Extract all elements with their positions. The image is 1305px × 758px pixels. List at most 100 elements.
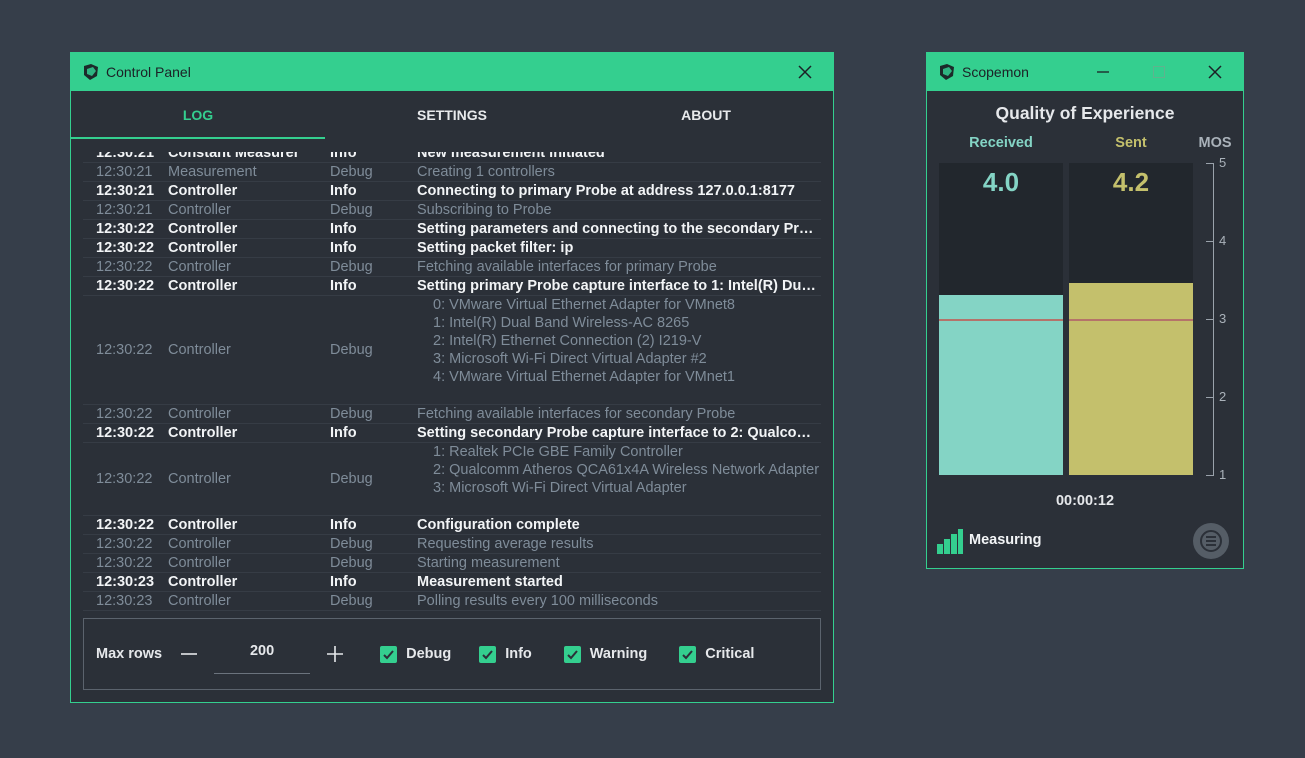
log-row[interactable]: 12:30:22 Controller Info Setting packet fil… bbox=[83, 239, 821, 258]
log-source: Controller bbox=[168, 574, 238, 590]
log-row[interactable]: 12:30:21 Controller Info Connecting to prim… bbox=[83, 182, 821, 201]
log-source: Controller bbox=[168, 517, 238, 533]
log-message: Connecting to primary Probe at address 1… bbox=[417, 183, 795, 199]
log-message-line: 3: Microsoft Wi-Fi Direct Virtual Adapte… bbox=[433, 480, 687, 496]
filter-info-checkbox[interactable]: Info bbox=[479, 645, 532, 663]
log-row[interactable]: 12:30:22 Controller Info Setting primary Pr… bbox=[83, 277, 821, 296]
tab-settings[interactable]: SETTINGS bbox=[325, 91, 579, 139]
tab-about[interactable]: ABOUT bbox=[579, 91, 833, 139]
status-text: Measuring bbox=[969, 532, 1042, 548]
log-row[interactable]: 12:30:23 Controller Info Measurement starte… bbox=[83, 573, 821, 592]
log-level: Info bbox=[330, 240, 357, 256]
log-message-line: 1: Intel(R) Dual Band Wireless-AC 8265 bbox=[433, 315, 690, 331]
minimize-icon bbox=[1097, 71, 1109, 73]
elapsed-timer: 00:00:12 bbox=[1055, 493, 1115, 509]
log-row[interactable]: 12:30:22 Controller Info Configuration comp… bbox=[83, 516, 821, 535]
log-message: Setting secondary Probe capture interfac… bbox=[417, 425, 821, 441]
log-source: Controller bbox=[168, 471, 231, 487]
filter-warning-label: Warning bbox=[589, 646, 648, 662]
menu-icon bbox=[1200, 530, 1222, 552]
axis-tick bbox=[1206, 319, 1214, 320]
maximize-icon bbox=[1153, 66, 1165, 78]
max-rows-input[interactable]: 200 bbox=[214, 634, 311, 674]
log-source: Controller bbox=[168, 183, 238, 199]
minimize-button[interactable] bbox=[1075, 53, 1131, 91]
log-message-line: 0: VMware Virtual Ethernet Adapter for V… bbox=[433, 297, 735, 313]
log-row[interactable]: 12:30:22 Controller Info Setting parameters… bbox=[83, 220, 821, 239]
received-bar bbox=[939, 294, 1063, 475]
log-time: 12:30:22 bbox=[96, 342, 153, 358]
log-time: 12:30:22 bbox=[96, 259, 153, 275]
log-level: Debug bbox=[330, 259, 373, 275]
log-row[interactable]: 12:30:23 Controller Debug Polling results e… bbox=[83, 592, 821, 611]
log-message: Polling results every 100 milliseconds bbox=[417, 593, 658, 609]
received-reference-line bbox=[939, 318, 1063, 321]
scopemon-window: Scopemon Quality of Experience Received … bbox=[926, 52, 1244, 569]
log-row[interactable]: 12:30:22 Controller Debug Starting measurem… bbox=[83, 554, 821, 573]
log-message: Setting active controller (Configuration… bbox=[417, 611, 821, 613]
log-time: 12:30:21 bbox=[96, 202, 153, 218]
log-message: Requesting average results bbox=[417, 536, 594, 552]
log-source: Controller bbox=[168, 202, 231, 218]
log-source: Controller bbox=[168, 425, 238, 441]
sent-bar bbox=[1069, 282, 1193, 475]
log-row[interactable]: 12:30:22 Controller Debug 1: Realtek PCIe G… bbox=[83, 443, 821, 516]
log-message: Fetching available interfaces for primar… bbox=[417, 259, 717, 275]
increment-button[interactable] bbox=[320, 639, 350, 669]
log-row[interactable]: 12:30:22 Controller Debug Fetching availabl… bbox=[83, 405, 821, 424]
log-message-line: 4: VMware Virtual Ethernet Adapter for V… bbox=[433, 369, 735, 385]
maximize-button[interactable] bbox=[1131, 53, 1187, 91]
log-row[interactable]: 12:30:21 Measurement Debug Creating 1 contr… bbox=[83, 163, 821, 182]
log-level: Debug bbox=[330, 536, 373, 552]
minus-icon bbox=[181, 653, 198, 655]
log-row[interactable]: 12:30:22 Controller Debug 0: VMware Virtual… bbox=[83, 296, 821, 405]
log-table[interactable]: 12:30:21 Constant Measurer Info New measure… bbox=[83, 152, 821, 613]
log-time: 12:30:21 bbox=[96, 164, 153, 180]
log-row[interactable]: 12:30:24MeasurementInfoSetting active co… bbox=[83, 611, 821, 613]
filter-warning-checkbox[interactable]: Warning bbox=[563, 645, 648, 663]
menu-button[interactable] bbox=[1193, 523, 1229, 559]
log-time: 12:30:22 bbox=[96, 555, 153, 571]
filter-debug-checkbox[interactable]: Debug bbox=[380, 645, 451, 663]
tab-bar: LOG SETTINGS ABOUT bbox=[71, 91, 833, 139]
log-level: Debug bbox=[330, 593, 373, 609]
log-row[interactable]: 12:30:21 Controller Debug Subscribing to Pr… bbox=[83, 201, 821, 220]
control-panel-window: Control Panel LOG SETTINGS ABOUT 12:30:2… bbox=[70, 52, 834, 703]
control-panel-titlebar[interactable]: Control Panel bbox=[71, 53, 833, 91]
log-level: Info bbox=[330, 425, 357, 441]
decrement-button[interactable] bbox=[174, 639, 204, 669]
axis-tick-label: 1 bbox=[1219, 467, 1227, 482]
log-time: 12:30:22 bbox=[96, 471, 153, 487]
log-row[interactable]: 12:30:22 Controller Debug Fetching availabl… bbox=[83, 258, 821, 277]
log-row[interactable]: 12:30:22 Controller Info Setting secondary … bbox=[83, 424, 821, 443]
close-button[interactable] bbox=[777, 53, 833, 91]
tab-log[interactable]: LOG bbox=[71, 91, 325, 139]
window-title: Scopemon bbox=[962, 64, 1029, 80]
log-level: Info bbox=[330, 611, 417, 613]
filter-critical-checkbox[interactable]: Critical bbox=[679, 645, 754, 663]
checkmark-icon bbox=[563, 645, 581, 663]
log-time: 12:30:23 bbox=[96, 593, 153, 609]
log-message-line: 3: Microsoft Wi-Fi Direct Virtual Adapte… bbox=[433, 351, 707, 367]
log-level: Debug bbox=[330, 406, 373, 422]
qoe-title: Quality of Experience bbox=[995, 103, 1175, 123]
log-source: Controller bbox=[168, 536, 231, 552]
log-row[interactable]: 12:30:21 Constant Measurer Info New measure… bbox=[83, 152, 821, 163]
log-row[interactable]: 12:30:22 Controller Debug Requesting averag… bbox=[83, 535, 821, 554]
log-time: 12:30:22 bbox=[96, 406, 153, 422]
plus-icon bbox=[327, 646, 344, 662]
log-source: Measurement bbox=[168, 611, 330, 613]
log-message-line: 2: Qualcomm Atheros QCA61x4A Wireless Ne… bbox=[433, 462, 820, 478]
log-source: Controller bbox=[168, 240, 238, 256]
log-message: Configuration complete bbox=[417, 517, 580, 533]
log-level: Info bbox=[330, 574, 357, 590]
checkmark-icon bbox=[679, 645, 697, 663]
close-button[interactable] bbox=[1187, 53, 1243, 91]
log-time: 12:30:22 bbox=[96, 221, 155, 237]
log-time: 12:30:22 bbox=[96, 278, 155, 294]
log-level: Info bbox=[330, 278, 357, 294]
log-source: Controller bbox=[168, 221, 238, 237]
log-message: Creating 1 controllers bbox=[417, 164, 555, 180]
app-logo-icon bbox=[84, 64, 98, 80]
scopemon-titlebar[interactable]: Scopemon bbox=[927, 53, 1243, 91]
